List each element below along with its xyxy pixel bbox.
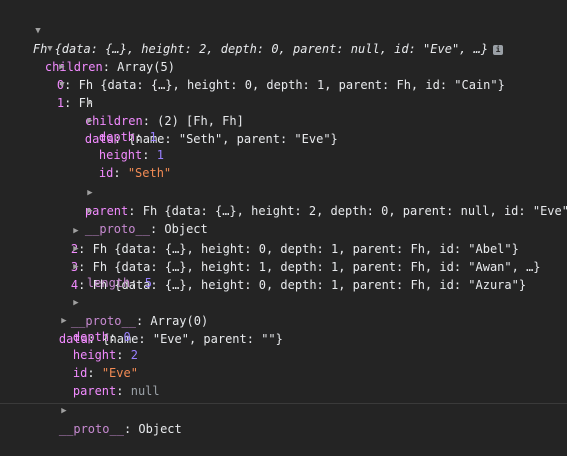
root-data-row[interactable]: ▶ data: {name: "Eve", parent: ""} xyxy=(0,292,567,346)
seth-id-row: id: "Seth" xyxy=(98,166,172,180)
array-item-3[interactable]: ▶ 3: Fh {data: {…}, height: 1, depth: 1,… xyxy=(0,220,567,274)
seth-height-row: height: 1 xyxy=(98,148,164,162)
root-proto-row[interactable]: ▶ __proto__: Object xyxy=(0,382,567,436)
root-height-row: height: 2 xyxy=(72,348,138,362)
seth-proto-row[interactable]: ▶ __proto__: Object xyxy=(0,182,567,236)
root-depth-row: depth: 0 xyxy=(72,330,131,344)
console-output: ▼ Fh {data: {…}, height: 2, depth: 0, pa… xyxy=(0,0,567,436)
collapsed-arrow-icon[interactable]: ▶ xyxy=(59,402,69,420)
seth-parent-row[interactable]: ▶ parent: Fh {data: {…}, height: 2, dept… xyxy=(0,164,567,218)
seth-children-row[interactable]: ▶ children: (2) [Fh, Fh] xyxy=(0,74,567,128)
children-row[interactable]: ▼ children: Array(5) xyxy=(0,20,567,74)
array-proto-row[interactable]: ▶ __proto__: Array(0) xyxy=(0,274,567,328)
root-object-row[interactable]: ▼ Fh {data: {…}, height: 2, depth: 0, pa… xyxy=(0,2,567,56)
length-row: length: 5 xyxy=(86,276,152,290)
root-proto-key: __proto__ xyxy=(58,422,124,436)
array-item-4[interactable]: ▶ 4: Fh {data: {…}, height: 0, depth: 1,… xyxy=(0,238,567,292)
root-proto-value: Object xyxy=(138,422,182,436)
root-parent-row: parent: null xyxy=(72,384,160,398)
array-item-1[interactable]: ▼ 1: Fh xyxy=(0,56,567,110)
root-id-row: id: "Eve" xyxy=(72,366,138,380)
array-item-0[interactable]: ▶ 0: Fh {data: {…}, height: 0, depth: 1,… xyxy=(0,38,567,92)
seth-depth-row: depth: 1 xyxy=(98,130,157,144)
array-item-2[interactable]: ▶ 2: Fh {data: {…}, height: 0, depth: 1,… xyxy=(0,202,567,256)
seth-data-row[interactable]: ▶ data: {name: "Seth", parent: "Eve"} xyxy=(0,92,567,146)
